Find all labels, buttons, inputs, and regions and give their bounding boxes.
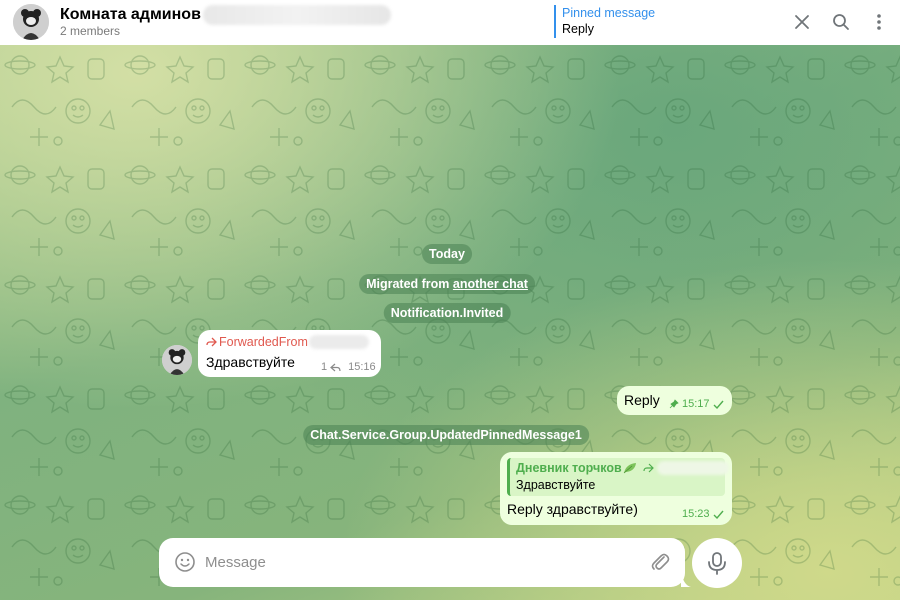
forward-icon [206, 337, 217, 347]
search-icon[interactable] [828, 9, 854, 35]
reply-icon [330, 363, 341, 371]
chat-title-text: Комната админов [60, 6, 201, 24]
message-text: Reply [624, 392, 660, 408]
blurred-forward-source [308, 335, 369, 349]
close-icon[interactable] [789, 9, 815, 35]
message-text: Reply здравствуйте) [507, 501, 638, 517]
pinned-message-label: Pinned message [562, 6, 656, 20]
chat-header[interactable]: Комната админов 2 members Pinned message… [0, 0, 900, 45]
attach-icon[interactable] [649, 551, 671, 573]
message-text: Здравствуйте [206, 354, 295, 370]
message-time: 15:17 [682, 398, 710, 410]
outgoing-message[interactable]: Reply 15:17 [617, 386, 732, 415]
reply-quote[interactable]: Дневник торчков Здравствуйте [507, 458, 729, 496]
message-composer[interactable] [159, 538, 691, 587]
member-count: 2 members [60, 24, 121, 38]
message-meta: 15:17 [669, 398, 724, 410]
pinned-message-text: Reply [562, 22, 594, 36]
message-input[interactable] [205, 554, 635, 571]
emoji-icon[interactable] [174, 551, 196, 573]
forward-icon [643, 463, 654, 473]
more-vertical-icon[interactable] [866, 9, 892, 35]
leaf-icon [623, 463, 636, 474]
message-time: 15:23 [682, 508, 710, 520]
microphone-icon [708, 552, 726, 575]
check-icon [713, 400, 724, 409]
message-meta: 1 15:16 [321, 361, 376, 373]
message-meta: 15:23 [682, 508, 724, 520]
check-icon [713, 510, 724, 519]
pinned-message-bar[interactable]: Pinned message Reply [554, 5, 655, 38]
forwarded-label: ForwardedFrom [219, 335, 308, 349]
outgoing-reply-message[interactable]: Дневник торчков Здравствуйте Reply здрав… [500, 452, 732, 525]
message-time: 15:16 [348, 361, 376, 373]
service-migrated-text: Migrated from [366, 277, 453, 291]
forwarded-from-header[interactable]: ForwardedFrom [206, 335, 369, 349]
quote-author-name: Дневник торчков [516, 461, 622, 475]
blurred-quote-source [656, 461, 729, 475]
quote-text: Здравствуйте [516, 478, 596, 492]
voice-record-button[interactable] [692, 538, 742, 588]
service-pinned-update[interactable]: Chat.Service.Group.UpdatedPinnedMessage1 [303, 425, 589, 445]
chat-avatar[interactable] [13, 4, 49, 40]
date-divider: Today [422, 244, 472, 264]
service-migrated: Migrated from another chat [359, 274, 535, 294]
pin-icon [669, 399, 679, 409]
reply-count: 1 [321, 361, 328, 373]
service-invited: Notification.Invited [383, 303, 511, 323]
incoming-message[interactable]: ForwardedFrom Здравствуйте 1 15:16 [198, 330, 381, 377]
blurred-title-suffix [202, 5, 391, 25]
sender-avatar[interactable] [162, 345, 192, 375]
migrated-chat-link[interactable]: another chat [453, 277, 528, 291]
chat-title[interactable]: Комната админов [60, 5, 391, 25]
composer-tail [681, 571, 691, 587]
quote-author: Дневник торчков [516, 461, 729, 475]
